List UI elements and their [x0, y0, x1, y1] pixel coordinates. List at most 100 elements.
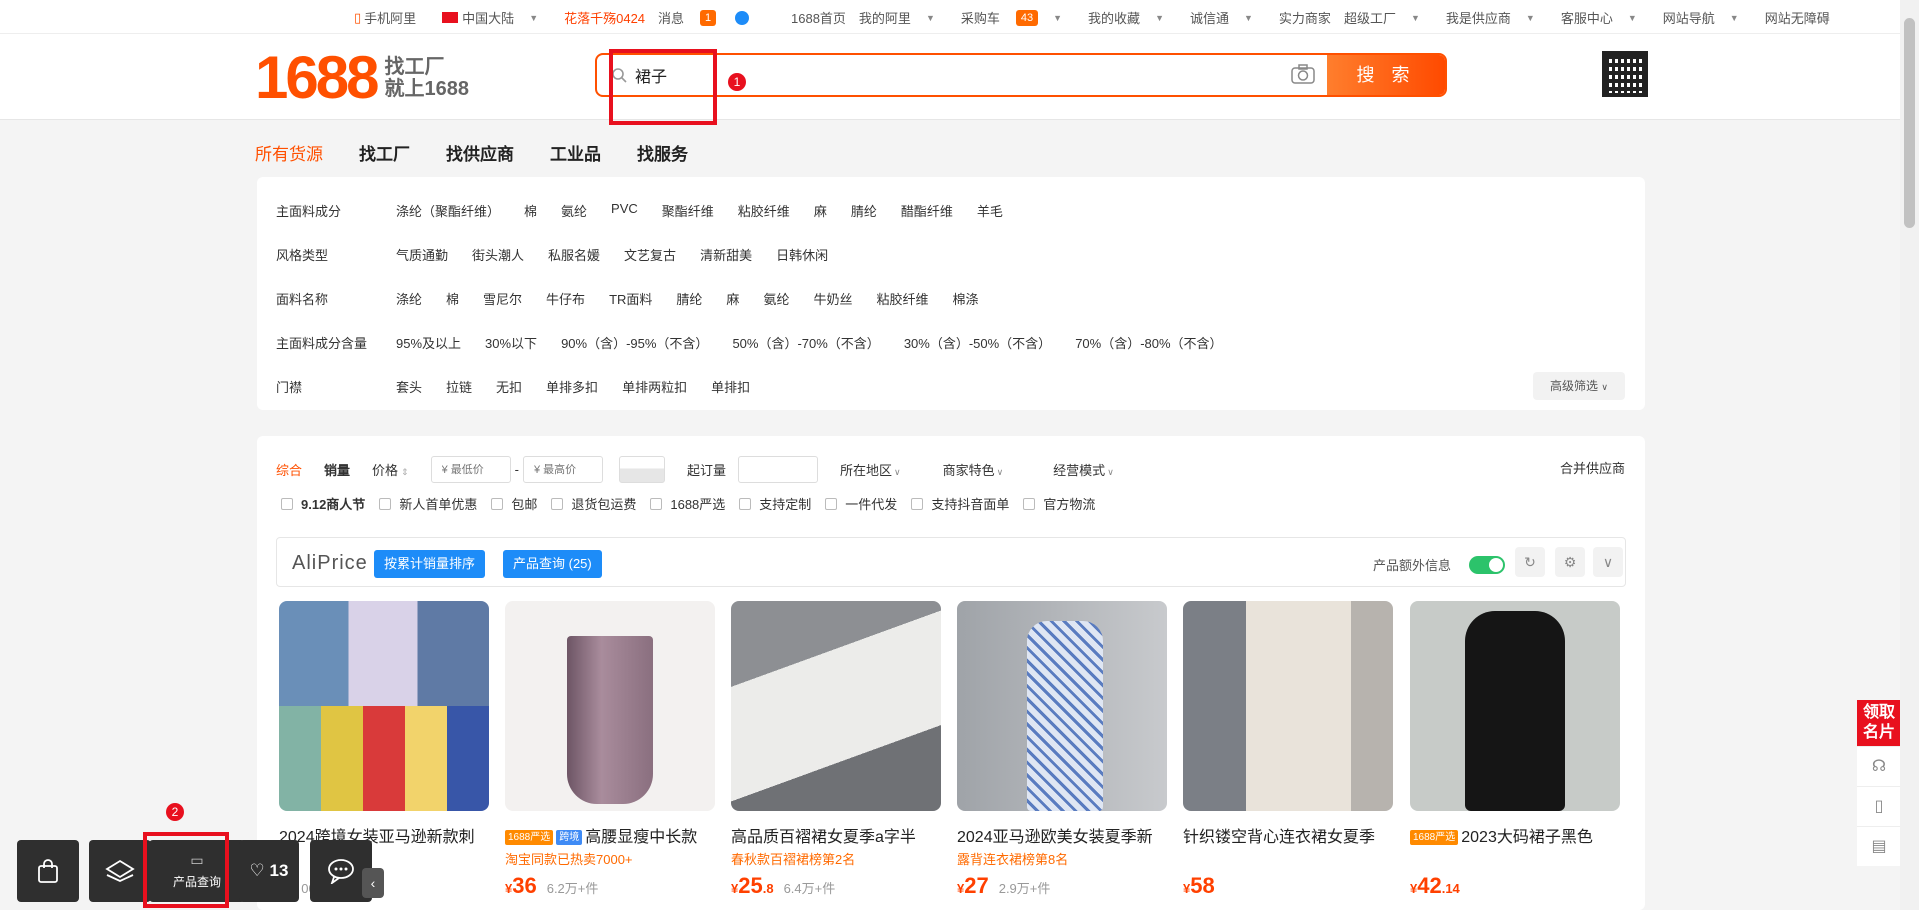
tab-find-supplier[interactable]: 找供应商 [446, 140, 514, 165]
checkbox[interactable] [825, 497, 838, 510]
search-input[interactable] [635, 62, 1235, 88]
flag-merchant-fest[interactable]: 9.12商人节 [281, 494, 365, 513]
favorites-dock-button[interactable]: ♡ 13 [239, 840, 299, 902]
sort-price[interactable]: 价格 ⇕ [372, 460, 409, 479]
filter-option[interactable]: 麻 [814, 201, 827, 220]
checkbox[interactable] [1023, 497, 1036, 510]
filter-option[interactable]: 气质通勤 [396, 245, 448, 264]
filter-option[interactable]: 90%（含）-95%（不含） [561, 333, 708, 352]
user-name[interactable]: 花落千殇0424 [564, 8, 645, 27]
extra-info-toggle[interactable] [1469, 556, 1505, 574]
filter-option[interactable]: 单排扣 [711, 377, 750, 396]
page-scrollbar[interactable] [1900, 0, 1919, 910]
filter-option[interactable]: 羊毛 [977, 201, 1003, 220]
get-card-button[interactable]: 领取名片 [1857, 700, 1901, 746]
service-menu[interactable]: 客服中心 ▼ [1561, 8, 1650, 27]
product-title[interactable]: 2024亚马逊欧美女装夏季新 [957, 823, 1167, 845]
advanced-filter-button[interactable]: 高级筛选 ∨ [1533, 372, 1625, 400]
phone-icon[interactable]: ▯ [1857, 786, 1901, 826]
headset-icon[interactable]: ☊ [1857, 746, 1901, 786]
cart-menu[interactable]: 采购车 43 ▼ [961, 8, 1075, 27]
filter-option[interactable]: 氨纶 [561, 201, 587, 220]
checkbox[interactable] [491, 497, 504, 510]
power-merchant-link[interactable]: 实力商家 [1279, 8, 1331, 27]
filter-option[interactable]: 30%（含）-50%（不含） [904, 333, 1051, 352]
filter-option[interactable]: 街头潮人 [472, 245, 524, 264]
filter-option[interactable]: 棉 [446, 289, 459, 308]
mode-dropdown[interactable]: 经营模式 ∨ [1053, 460, 1114, 479]
checkbox[interactable] [281, 497, 293, 510]
shopping-bag-icon[interactable] [17, 840, 79, 902]
filter-option[interactable]: 私服名媛 [548, 245, 600, 264]
home-link[interactable]: 1688首页 [791, 8, 846, 27]
checkbox[interactable] [911, 497, 924, 510]
tab-find-factory[interactable]: 找工厂 [359, 140, 410, 165]
product-card[interactable]: 针织镂空背心连衣裙女夏季 ¥58 [1183, 601, 1393, 899]
favorites-menu[interactable]: 我的收藏 ▼ [1088, 8, 1177, 27]
tab-find-service[interactable]: 找服务 [637, 140, 688, 165]
merge-suppliers-toggle[interactable]: 合并供应商 [1560, 458, 1625, 477]
product-card[interactable]: 1688严选 跨境 高腰显瘦中长款 淘宝同款已热卖7000+ ¥36 6.2万+件 [505, 601, 715, 899]
supplier-menu[interactable]: 我是供应商 ▼ [1446, 8, 1548, 27]
filter-option[interactable]: TR面料 [609, 289, 652, 308]
sort-composite[interactable]: 综合 [276, 460, 302, 479]
tab-all-sources[interactable]: 所有货源 [255, 140, 323, 165]
filter-option[interactable]: 牛奶丝 [813, 289, 852, 308]
filter-option[interactable]: 醋酯纤维 [901, 201, 953, 220]
filter-option[interactable]: 粘胶纤维 [738, 201, 790, 220]
moq-input[interactable] [737, 456, 818, 483]
search-button[interactable]: 搜 索 [1327, 55, 1445, 95]
product-title[interactable]: 针织镂空背心连衣裙女夏季 [1183, 823, 1393, 845]
flag-newbie-discount[interactable]: 新人首单优惠 [379, 494, 477, 513]
region-select[interactable]: 中国大陆 ▼ [442, 8, 551, 27]
flag-dropship[interactable]: 一件代发 [825, 494, 897, 513]
filter-option[interactable]: 拉链 [446, 377, 472, 396]
scrollbar-thumb[interactable] [1904, 18, 1915, 228]
location-dropdown[interactable]: 所在地区 ∨ [840, 460, 901, 479]
filter-option[interactable]: 麻 [726, 289, 739, 308]
chevron-down-icon[interactable]: ∨ [1593, 547, 1623, 577]
flag-custom[interactable]: 支持定制 [739, 494, 811, 513]
filter-option[interactable]: 涤纶（聚酯纤维） [396, 201, 500, 220]
checkbox[interactable] [551, 497, 564, 510]
checkbox[interactable] [379, 497, 392, 510]
filter-option[interactable]: 文艺复古 [624, 245, 676, 264]
super-factory-menu[interactable]: 超级工厂 ▼ [1344, 8, 1433, 27]
camera-icon[interactable] [1291, 64, 1315, 87]
feedback-icon[interactable]: ▤ [1857, 826, 1901, 866]
filter-option[interactable]: 粘胶纤维 [876, 289, 928, 308]
filter-option[interactable]: 雪尼尔 [483, 289, 522, 308]
filter-option[interactable]: 清新甜美 [700, 245, 752, 264]
filter-option[interactable]: 单排两粒扣 [622, 377, 687, 396]
product-card[interactable]: 2024亚马逊欧美女装夏季新 露背连衣裙榜第8名 ¥27 2.9万+件 [957, 601, 1167, 899]
filter-option[interactable]: 30%以下 [485, 333, 537, 352]
filter-option[interactable]: PVC [611, 201, 638, 220]
flag-return-shipping[interactable]: 退货包运费 [551, 494, 636, 513]
filter-option[interactable]: 涤纶 [396, 289, 422, 308]
trust-menu[interactable]: 诚信通 ▼ [1190, 8, 1266, 27]
refresh-icon[interactable]: ↻ [1515, 547, 1545, 577]
product-title[interactable]: 1688严选 跨境 高腰显瘦中长款 [505, 823, 715, 845]
price-range-chart-icon[interactable] [618, 456, 665, 483]
product-title[interactable]: 1688严选 2023大码裙子黑色 [1410, 823, 1620, 845]
product-image[interactable] [279, 601, 489, 811]
product-image[interactable] [1410, 601, 1620, 811]
min-price-input[interactable] [430, 456, 511, 483]
product-card[interactable]: 高品质百褶裙女夏季a字半 春秋款百褶裙榜第2名 ¥25.8 6.4万+件 [731, 601, 941, 899]
filter-option[interactable]: 牛仔布 [546, 289, 585, 308]
filter-option[interactable]: 腈纶 [676, 289, 702, 308]
sort-sales[interactable]: 销量 [324, 460, 350, 479]
layers-icon[interactable] [89, 840, 151, 902]
flag-douyin[interactable]: 支持抖音面单 [911, 494, 1009, 513]
product-card[interactable]: 1688严选 2023大码裙子黑色 ¥42.14 [1410, 601, 1620, 899]
filter-option[interactable]: 聚酯纤维 [662, 201, 714, 220]
features-dropdown[interactable]: 商家特色 ∨ [943, 460, 1004, 479]
checkbox[interactable] [650, 497, 663, 510]
mobile-link[interactable]: ▯ 手机阿里 [354, 8, 429, 27]
flag-1688-select[interactable]: 1688严选 [650, 494, 725, 513]
filter-option[interactable]: 套头 [396, 377, 422, 396]
site-nav-menu[interactable]: 网站导航 ▼ [1663, 8, 1752, 27]
filter-option[interactable]: 70%（含）-80%（不含） [1075, 333, 1222, 352]
flag-free-shipping[interactable]: 包邮 [491, 494, 537, 513]
sort-by-sales-button[interactable]: 按累计销量排序 [374, 550, 486, 578]
